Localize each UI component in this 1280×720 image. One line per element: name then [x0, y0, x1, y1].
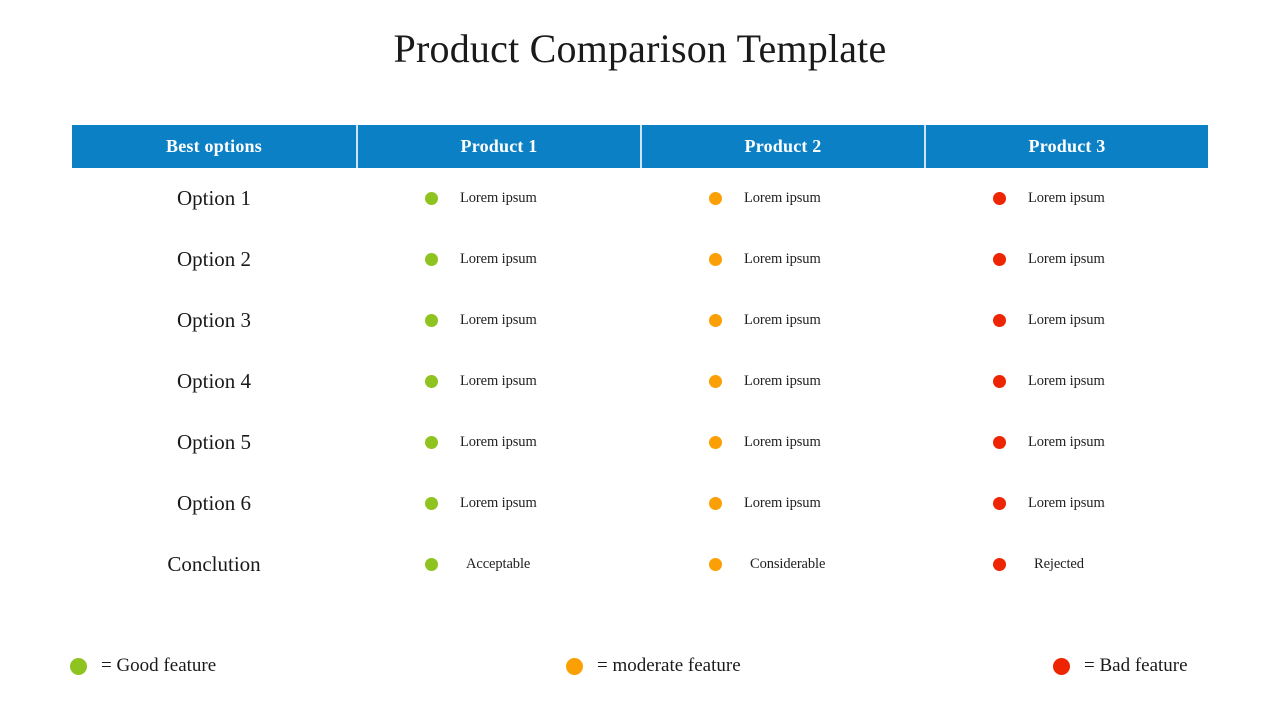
column-header-product-3[interactable]: Product 3: [924, 125, 1208, 168]
moderate-status-dot-icon: [709, 497, 722, 510]
bad-status-dot-icon: [993, 253, 1006, 266]
legend-label: = Bad feature: [1084, 655, 1188, 676]
cell-text: Lorem ipsum: [1028, 373, 1105, 389]
column-header-best-options[interactable]: Best options: [72, 125, 356, 168]
good-status-dot-icon: [425, 253, 438, 266]
moderate-status-dot-icon: [709, 375, 722, 388]
table-cell: Lorem ipsum: [924, 412, 1208, 473]
moderate-status-dot-icon: [709, 558, 722, 571]
table-cell: Lorem ipsum: [924, 351, 1208, 412]
cell-text: Lorem ipsum: [1028, 434, 1105, 450]
cell-text: Lorem ipsum: [744, 190, 821, 206]
table-cell: Lorem ipsum: [640, 412, 924, 473]
cell-text: Lorem ipsum: [460, 495, 537, 511]
moderate-status-dot-icon: [709, 314, 722, 327]
legend-item-moderate: = moderate feature: [566, 648, 741, 684]
good-legend-dot-icon: [70, 657, 87, 675]
legend-item-good: = Good feature: [70, 648, 216, 684]
legend: = Good feature = moderate feature = Bad fe…: [0, 648, 1280, 684]
table-row: Option 4 Lorem ipsum Lorem ipsum Lorem ipsu…: [72, 351, 1208, 412]
table-row: Option 6 Lorem ipsum Lorem ipsum Lorem ipsu…: [72, 473, 1208, 534]
table-cell: Lorem ipsum: [640, 229, 924, 290]
row-option-label: Option 5: [176, 430, 252, 454]
cell-text: Lorem ipsum: [1028, 312, 1105, 328]
slide-canvas: Product Comparison Template Best options…: [0, 0, 1280, 720]
good-status-dot-icon: [425, 497, 438, 510]
cell-text: Lorem ipsum: [460, 373, 537, 389]
table-cell: Lorem ipsum: [924, 229, 1208, 290]
table-row: Option 1 Lorem ipsum Lorem ipsum Lorem ipsu…: [72, 168, 1208, 229]
table-row: Option 3 Lorem ipsum Lorem ipsum Lorem ipsu…: [72, 290, 1208, 351]
table-cell: Lorem ipsum: [640, 473, 924, 534]
table-cell: Lorem ipsum: [924, 473, 1208, 534]
column-header-product-1[interactable]: Product 1: [356, 125, 640, 168]
bad-status-dot-icon: [993, 375, 1006, 388]
table-cell: Lorem ipsum: [640, 168, 924, 229]
table-cell: Lorem ipsum: [924, 168, 1208, 229]
table-cell: Lorem ipsum: [356, 229, 640, 290]
cell-text: Lorem ipsum: [744, 495, 821, 511]
row-option-label: Option 1: [176, 186, 252, 210]
table-cell: Lorem ipsum: [640, 351, 924, 412]
good-status-dot-icon: [425, 558, 438, 571]
bad-legend-dot-icon: [1053, 657, 1070, 675]
table-row: Option 2 Lorem ipsum Lorem ipsum Lorem ipsu…: [72, 229, 1208, 290]
column-header-product-2[interactable]: Product 2: [640, 125, 924, 168]
legend-label: = moderate feature: [597, 655, 741, 676]
cell-text: Lorem ipsum: [1028, 190, 1105, 206]
bad-status-dot-icon: [993, 558, 1006, 571]
table-cell: Lorem ipsum: [924, 290, 1208, 351]
cell-text: Lorem ipsum: [1028, 251, 1105, 267]
good-status-dot-icon: [425, 375, 438, 388]
row-option-label: Option 4: [176, 369, 252, 393]
good-status-dot-icon: [425, 436, 438, 449]
table-body: Option 1 Lorem ipsum Lorem ipsum Lorem ipsu…: [72, 168, 1208, 595]
moderate-status-dot-icon: [709, 436, 722, 449]
bad-status-dot-icon: [993, 314, 1006, 327]
cell-text: Lorem ipsum: [744, 251, 821, 267]
row-option-label: Conclution: [167, 552, 261, 576]
moderate-status-dot-icon: [709, 253, 722, 266]
cell-text: Lorem ipsum: [460, 190, 537, 206]
cell-text: Considerable: [750, 556, 826, 572]
page-title: Product Comparison Template: [393, 26, 887, 71]
table-cell: Lorem ipsum: [356, 168, 640, 229]
bad-status-dot-icon: [993, 436, 1006, 449]
table-header-row: Best options Product 1 Product 2 Product…: [72, 125, 1208, 168]
table-row-conclusion: Conclution Acceptable Considerable Rejected: [72, 534, 1208, 595]
table-row: Option 5 Lorem ipsum Lorem ipsum Lorem ipsu…: [72, 412, 1208, 473]
comparison-table: Best options Product 1 Product 2 Product…: [72, 125, 1208, 595]
moderate-legend-dot-icon: [566, 657, 583, 675]
table-cell: Lorem ipsum: [640, 290, 924, 351]
cell-text: Lorem ipsum: [460, 251, 537, 267]
row-option-label: Option 2: [176, 247, 252, 271]
row-option-label: Option 3: [176, 308, 252, 332]
table-cell: Rejected: [924, 534, 1208, 595]
good-status-dot-icon: [425, 314, 438, 327]
bad-status-dot-icon: [993, 192, 1006, 205]
moderate-status-dot-icon: [709, 192, 722, 205]
legend-label: = Good feature: [101, 655, 217, 676]
good-status-dot-icon: [425, 192, 438, 205]
cell-text: Acceptable: [466, 556, 531, 572]
row-option-label: Option 6: [176, 491, 252, 515]
cell-text: Lorem ipsum: [460, 312, 537, 328]
cell-text: Lorem ipsum: [744, 373, 821, 389]
table-cell: Lorem ipsum: [356, 412, 640, 473]
bad-status-dot-icon: [993, 497, 1006, 510]
cell-text: Rejected: [1034, 556, 1084, 572]
cell-text: Lorem ipsum: [744, 312, 821, 328]
table-cell: Lorem ipsum: [356, 290, 640, 351]
legend-item-bad: = Bad feature: [1053, 648, 1188, 684]
table-cell: Considerable: [640, 534, 924, 595]
cell-text: Lorem ipsum: [460, 434, 537, 450]
table-cell: Lorem ipsum: [356, 351, 640, 412]
table-cell: Acceptable: [356, 534, 640, 595]
table-cell: Lorem ipsum: [356, 473, 640, 534]
cell-text: Lorem ipsum: [1028, 495, 1105, 511]
cell-text: Lorem ipsum: [744, 434, 821, 450]
